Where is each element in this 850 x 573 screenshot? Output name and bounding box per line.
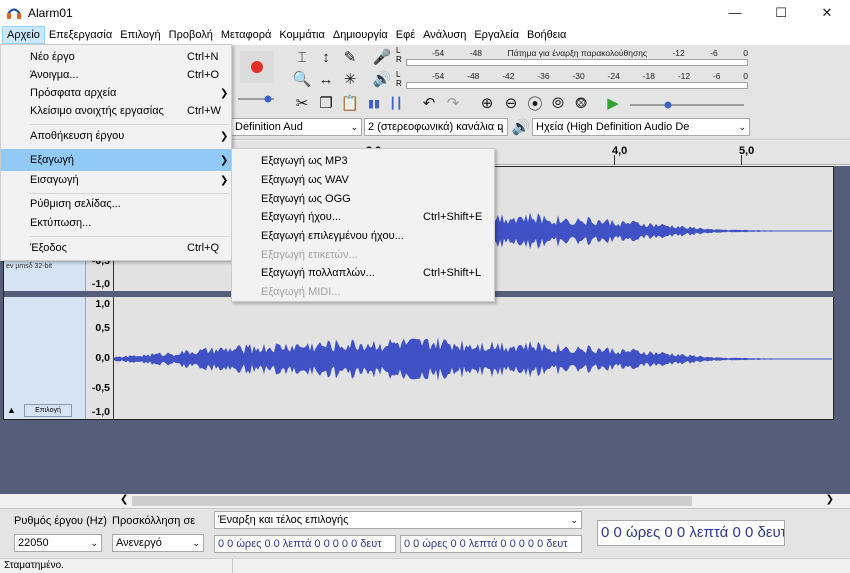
time-shift-tool-icon[interactable]: ↔: [315, 68, 337, 90]
snap-to-label: Προσκόλληση σε: [112, 515, 196, 527]
silence-icon[interactable]: ┃┃: [385, 92, 407, 114]
project-rate-label: Ρυθμός έργου (Hz): [14, 515, 107, 527]
fit-project-icon[interactable]: ⦾: [547, 92, 569, 114]
menu-effect[interactable]: Εφέ: [392, 26, 419, 44]
playback-meter[interactable]: -54 -48 -42 -36 -30 -24 -18 -12 -6 0: [406, 71, 748, 91]
menu-item-save-project[interactable]: Αποθήκευση έργου ❯: [1, 125, 231, 147]
menu-tracks[interactable]: Κομμάτια: [275, 26, 329, 44]
title-bar: Alarm01 — ☐ ✕: [0, 0, 850, 25]
minimize-button[interactable]: —: [712, 0, 758, 25]
status-bar: Σταματημένο.: [0, 558, 850, 573]
zoom-toggle-icon[interactable]: ⨷: [570, 92, 592, 114]
scroll-thumb[interactable]: [132, 496, 692, 506]
track-select-button[interactable]: Επιλογή: [24, 404, 72, 417]
cut-icon[interactable]: ✂: [291, 92, 313, 114]
snap-to-select[interactable]: Ανενεργό ⌄: [112, 534, 204, 552]
playback-speed-slider[interactable]: [236, 90, 276, 106]
play-at-speed-icon[interactable]: ▶: [602, 92, 624, 114]
menu-generate[interactable]: Δημιουργία: [329, 26, 392, 44]
window-title: Alarm01: [28, 5, 73, 20]
microphone-icon[interactable]: 🎤: [371, 46, 393, 68]
menu-edit[interactable]: Επεξεργασία: [45, 26, 116, 44]
collapse-track-icon[interactable]: ▲: [7, 405, 16, 415]
menu-tools[interactable]: Εργαλεία: [470, 26, 523, 44]
envelope-tool-icon[interactable]: ↕: [315, 46, 337, 68]
paste-icon[interactable]: 📋: [339, 92, 361, 114]
horizontal-scrollbar[interactable]: ❮ ❯: [0, 494, 850, 508]
zoom-tool-icon[interactable]: 🔍: [291, 68, 313, 90]
selection-start-time[interactable]: 0 0 ώρες 0 0 λεπτά 0 0 0 0 0 δευτ: [214, 535, 396, 553]
playback-meter-channels: LR: [396, 70, 402, 88]
menu-transport[interactable]: Μεταφορά: [217, 26, 275, 44]
fit-selection-icon[interactable]: ⦿: [524, 92, 546, 114]
record-meter[interactable]: -54 -48 Πάτημα για έναρξη παρακολούθησης -1…: [406, 48, 748, 68]
close-button[interactable]: ✕: [804, 0, 850, 25]
menu-item-print[interactable]: Εκτύπωση...: [1, 212, 231, 234]
menu-view[interactable]: Προβολή: [165, 26, 217, 44]
menu-item-exit[interactable]: Έξοδος Ctrl+Q: [1, 237, 231, 259]
trim-icon[interactable]: ▮▮: [363, 92, 385, 114]
maximize-button[interactable]: ☐: [758, 0, 804, 25]
audacity-logo-icon: [6, 5, 22, 21]
menu-item-export-midi: Εξαγωγή MIDI...: [261, 286, 341, 298]
menu-item-export[interactable]: Εξαγωγή ❯: [1, 149, 231, 171]
speaker-icon[interactable]: 🔊: [371, 68, 393, 90]
selection-mode-select[interactable]: Έναρξη και τέλος επιλογής ⌄: [214, 511, 582, 529]
menu-item-close[interactable]: Κλείσιμο ανοιχτής εργασίας Ctrl+W: [1, 100, 231, 122]
recording-channels-select[interactable]: 2 (στερεοφωνικά) κανάλια η ⌄: [364, 118, 508, 136]
redo-icon[interactable]: ↷: [442, 92, 464, 114]
output-speaker-icon: 🔊: [511, 119, 531, 136]
undo-icon[interactable]: ↶: [418, 92, 440, 114]
record-meter-channels: LR: [396, 46, 402, 64]
zoom-out-icon[interactable]: ⊖: [500, 92, 522, 114]
selection-end-time[interactable]: 0 0 ώρες 0 0 λεπτά 0 0 0 0 0 δευτ: [400, 535, 582, 553]
track-format-info: ev µmsδ 32-bit: [6, 263, 53, 270]
selection-tool-icon[interactable]: ⌶: [291, 46, 313, 68]
zoom-in-icon[interactable]: ⊕: [476, 92, 498, 114]
menu-select[interactable]: Επιλογή: [116, 26, 164, 44]
menu-bar: Αρχείο Επεξεργασία Επιλογή Προβολή Μεταφ…: [0, 25, 850, 45]
project-rate-select[interactable]: 22050 ⌄: [14, 534, 102, 552]
playback-device-select[interactable]: Ηχεία (High Definition Audio De ⌄: [532, 118, 750, 136]
status-text: Σταματημένο.: [4, 560, 64, 571]
draw-tool-icon[interactable]: ✎: [339, 46, 361, 68]
selection-toolbar: Ρυθμός έργου (Hz) 22050 ⌄ Προσκόλληση σε …: [0, 508, 850, 558]
audio-position-display[interactable]: 0 0 ώρες 0 0 λεπτά 0 0 δευτ: [597, 520, 785, 546]
multi-tool-icon[interactable]: ✳: [339, 68, 361, 90]
waveform-right[interactable]: [114, 297, 832, 419]
speed-slider[interactable]: [626, 92, 748, 114]
menu-help[interactable]: Βοήθεια: [523, 26, 570, 44]
copy-icon[interactable]: ❐: [315, 92, 337, 114]
menu-analyze[interactable]: Ανάλυση: [419, 26, 470, 44]
scroll-right-icon[interactable]: ❯: [826, 494, 834, 505]
file-menu: Νέο έργο Ctrl+N Άνοιγμα... Ctrl+O Πρόσφατα…: [0, 44, 232, 261]
record-button[interactable]: [240, 51, 274, 83]
audio-host-select[interactable]: Definition Aud ⌄: [232, 118, 362, 136]
menu-file[interactable]: Αρχείο: [2, 26, 45, 44]
scroll-left-icon[interactable]: ❮: [120, 494, 128, 505]
export-submenu: Εξαγωγή ως MP3 Εξαγωγή ως WAV Εξαγωγή ως…: [231, 148, 495, 302]
menu-item-import[interactable]: Εισαγωγή ❯: [1, 169, 231, 191]
